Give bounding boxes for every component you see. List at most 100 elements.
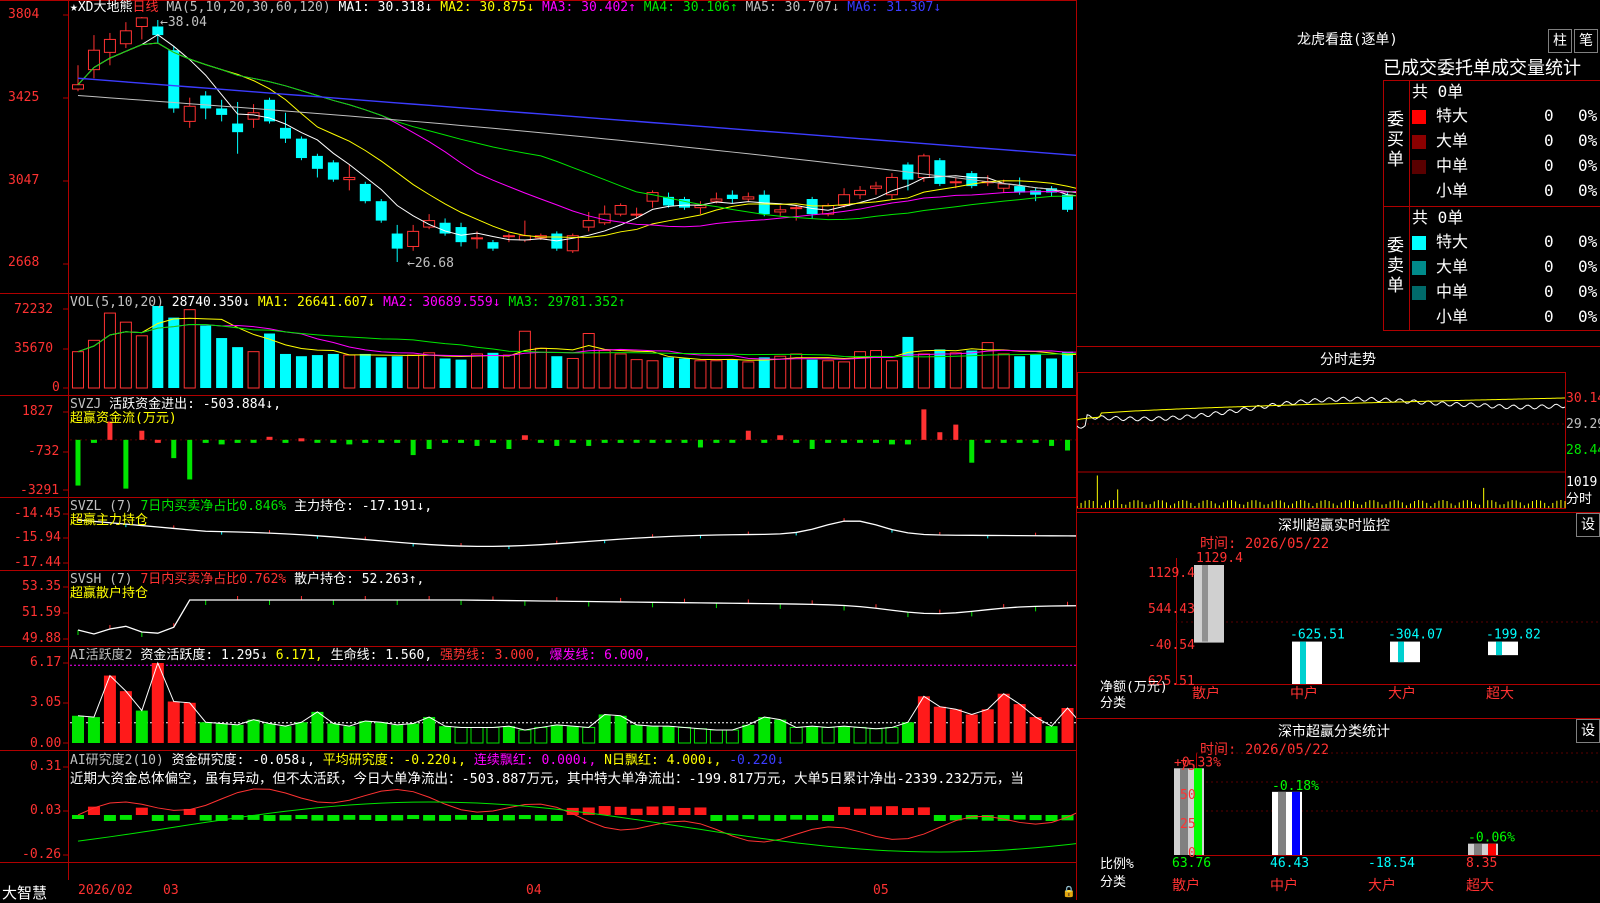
- ai-active-bar: [215, 723, 228, 743]
- svzj-bar: [921, 409, 927, 440]
- ai-strong-line: 强势线: 3.000,: [440, 648, 542, 663]
- sell-row-swatch: [1412, 311, 1426, 325]
- ai-active-bar: [486, 726, 500, 744]
- ai-active-bar: [662, 726, 675, 743]
- candle-body: [710, 198, 723, 202]
- svzj-bar: [506, 439, 512, 449]
- candle-body: [582, 220, 595, 228]
- volume-bar: [726, 359, 738, 388]
- main-ytick-1: 3804: [8, 7, 40, 22]
- monitor-category-label: 超大: [1486, 686, 1514, 702]
- buy-row-count: 0: [1544, 106, 1554, 125]
- svzj-bar: [521, 435, 528, 440]
- svzl-line: [77, 519, 1076, 548]
- tick-view-button[interactable]: 笔: [1574, 29, 1598, 53]
- ai-research-extra: -0.220↓: [729, 753, 785, 768]
- volume-bar: [614, 353, 627, 389]
- class-category-label: 散户: [1172, 877, 1200, 894]
- ai-research-bar: [678, 807, 691, 815]
- volume-bar: [423, 352, 436, 389]
- svzj-bar: [1065, 439, 1071, 451]
- candle-body: [232, 123, 244, 133]
- monitor-bar: [1292, 641, 1322, 684]
- ai-active-bar: [742, 724, 755, 743]
- buy-row-percent: 0%: [1578, 106, 1598, 125]
- sz-class-title: 深市超赢分类统计: [1278, 724, 1390, 740]
- buy-row-percent: 0%: [1578, 181, 1598, 200]
- intraday-vol-tick: 1019: [1566, 475, 1598, 490]
- candle-body: [135, 17, 148, 27]
- volume-bar: [471, 353, 483, 389]
- main-ytick-2: 3425: [8, 90, 40, 105]
- volume-bar: [885, 360, 898, 389]
- intraday-ytick-3: 28.44: [1566, 443, 1600, 458]
- monitor-bar-stripe: [1398, 641, 1404, 663]
- svsh-title-line: SVSH (7) 7日内买卖净占比0.762% 散户持仓: 52.263↑,: [70, 573, 424, 587]
- ai-research-bar: [486, 815, 499, 821]
- svsh-ytick-1: 53.35: [22, 579, 62, 594]
- buy-row-swatch: [1412, 135, 1426, 149]
- ai-active-bar: [853, 726, 867, 744]
- svzj-bar: [458, 439, 465, 443]
- ai-active-bar: [375, 722, 388, 743]
- period-label[interactable]: 日线: [132, 0, 158, 15]
- x-label-may: 05: [873, 883, 889, 898]
- svzj-bar: [697, 439, 703, 448]
- volume-bar: [534, 347, 547, 389]
- buy-row-name: 特大: [1436, 106, 1469, 125]
- sz-monitor-ylabel: 净额(万元): [1100, 680, 1168, 695]
- ai-active-bar: [518, 729, 532, 744]
- volume-bar: [917, 353, 930, 389]
- intraday-avg-line: [1077, 397, 1566, 421]
- ai-active-ytick-2: 3.05: [30, 695, 62, 710]
- lock-icon[interactable]: 🔒: [1062, 885, 1076, 898]
- ai-active-bar: [183, 702, 196, 743]
- main-ytick-3: 3047: [8, 173, 40, 188]
- column-view-button[interactable]: 柱: [1548, 29, 1572, 53]
- candle-body: [774, 209, 787, 213]
- volume-bar: [1014, 356, 1026, 388]
- intraday-canvas: [1077, 372, 1566, 509]
- ai-active-bar: [391, 724, 404, 743]
- sell-row-swatch: [1412, 286, 1426, 300]
- ai-research-bar: [167, 815, 180, 821]
- sz-class-ylabel: 比例%: [1100, 857, 1134, 872]
- svzj-bar: [873, 439, 879, 443]
- sz-monitor-settings-button[interactable]: 设: [1576, 513, 1600, 537]
- ai-research-title-line: AI研究度2(10) 资金研究度: -0.058↓, 平均研究度: -0.220…: [70, 754, 784, 768]
- volume-bar: [1062, 351, 1074, 388]
- ai-research-bar: [534, 815, 547, 821]
- left-chart-area[interactable]: ★XD大地熊日线 MA(5,10,20,30,60,120) MA1: 30.3…: [0, 0, 1076, 902]
- ai-active-bar: [997, 693, 1010, 743]
- ai-active-bar: [423, 717, 436, 743]
- ai-research-bar: [423, 815, 436, 821]
- svzj-bar: [745, 430, 751, 440]
- class-bar-stripe: [1194, 768, 1202, 855]
- volume-bar: [359, 353, 371, 388]
- ai-active-bar: [135, 710, 148, 743]
- sell-row-name: 特大: [1436, 232, 1469, 251]
- sz-class-settings-button[interactable]: 设: [1576, 719, 1600, 743]
- volume-bar: [551, 356, 563, 388]
- dragon-bottom-divider: [1383, 330, 1600, 331]
- volume-bar: [949, 352, 962, 389]
- stock-name[interactable]: ★XD大地熊: [70, 0, 132, 15]
- intraday-chart[interactable]: [1077, 372, 1600, 512]
- svzj-ytick-1: 1827: [22, 404, 54, 419]
- svzj-bar: [426, 439, 432, 449]
- buy-row-percent: 0%: [1578, 156, 1598, 175]
- svzj-bar: [1016, 439, 1023, 443]
- ai-active-bar: [454, 726, 468, 744]
- ai-research-bar: [822, 815, 835, 821]
- candle-body: [216, 108, 228, 115]
- ai-active-bar: [821, 726, 835, 744]
- svsh-ytick-2: 51.59: [22, 605, 62, 620]
- sell-row-swatch: [1412, 236, 1426, 250]
- ai-research-bar: [710, 815, 723, 821]
- class-category-label: 超大: [1466, 878, 1494, 894]
- monitor-bar-label: -304.07: [1388, 628, 1443, 643]
- sell-row-count: 0: [1544, 232, 1554, 251]
- volume-bar: [663, 357, 675, 388]
- ai-active-bar: [838, 726, 851, 743]
- volume-bar: [934, 349, 946, 388]
